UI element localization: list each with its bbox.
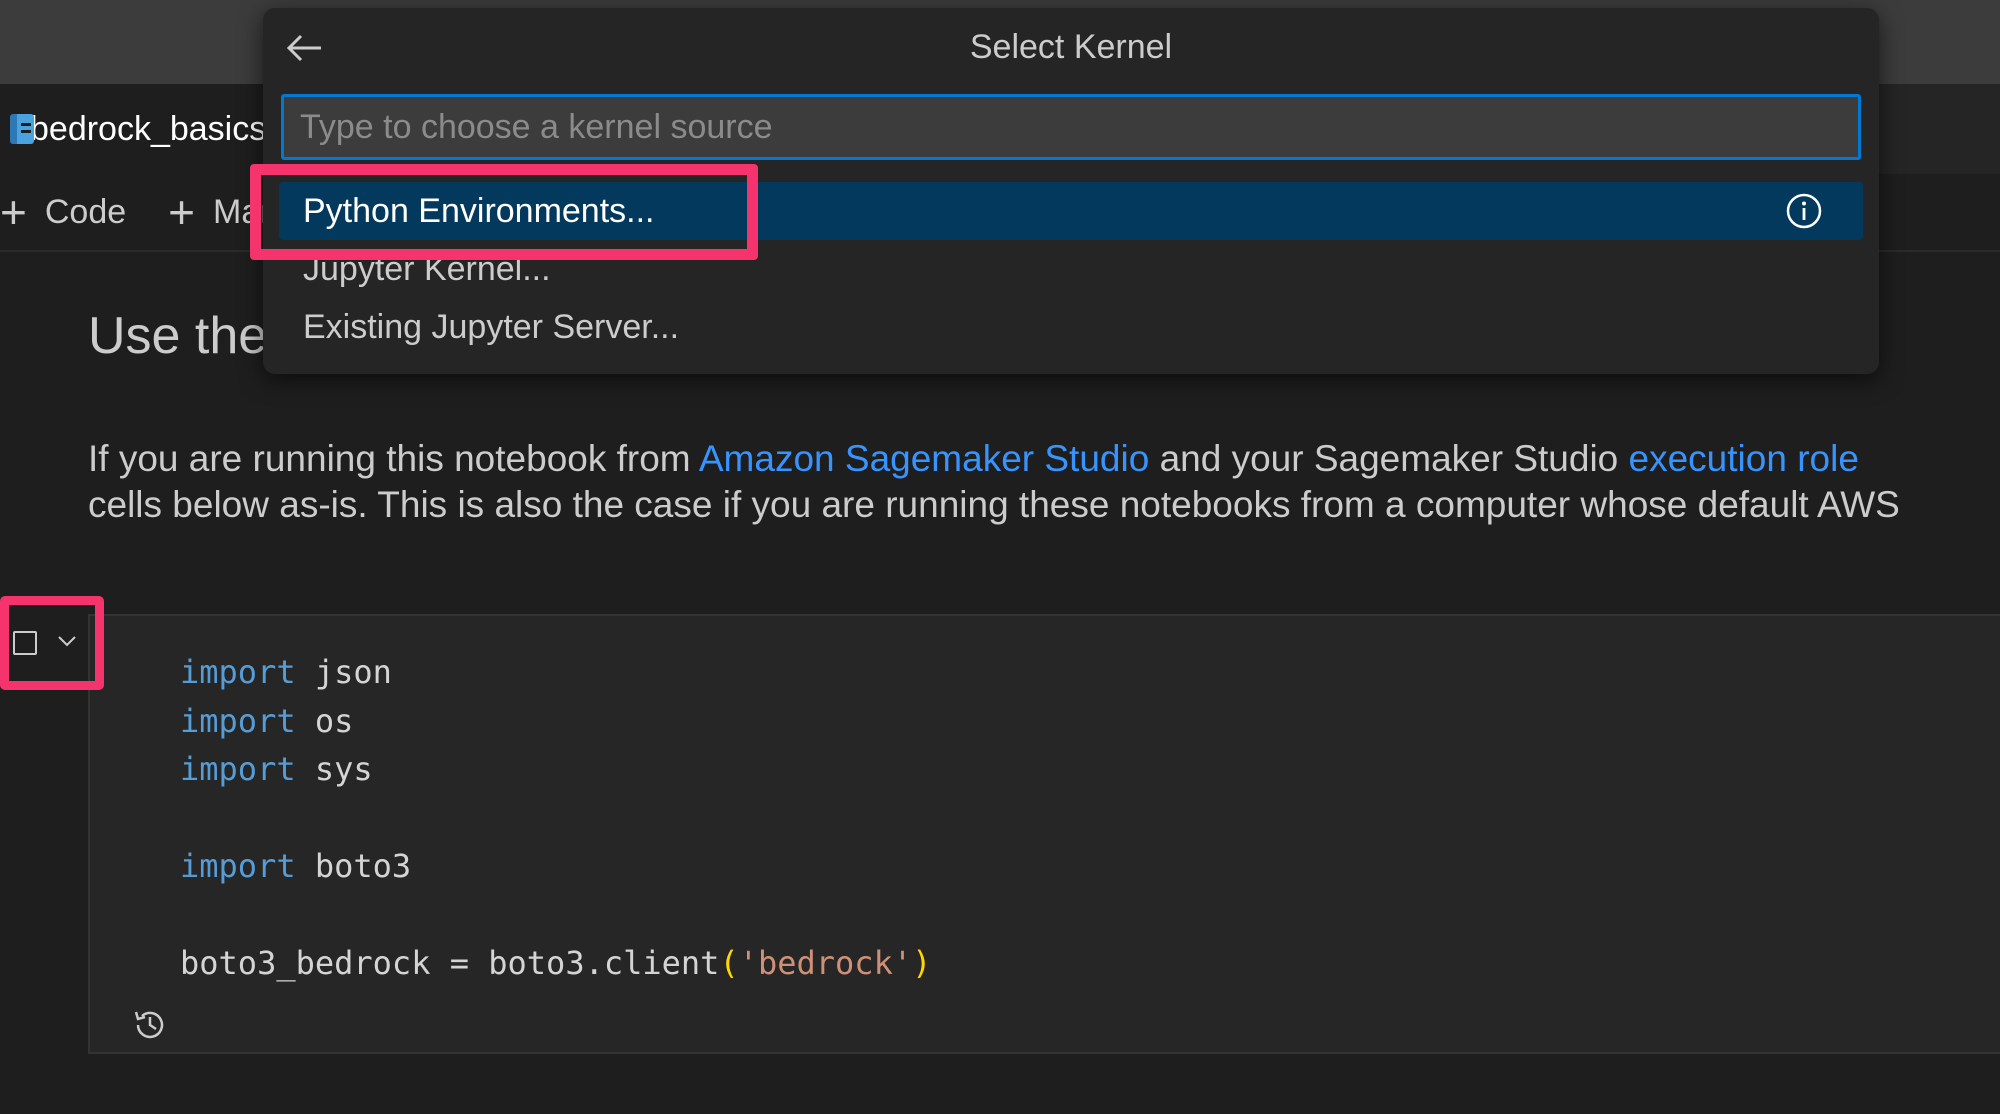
kernel-source-item-label: Existing Jupyter Server...	[303, 307, 680, 346]
code-line: import sys	[180, 745, 931, 794]
code-keyword: import	[180, 701, 296, 740]
cell-select-checkbox[interactable]	[13, 631, 37, 655]
history-icon[interactable]	[131, 1006, 169, 1044]
plus-icon: +	[0, 186, 27, 238]
info-icon[interactable]	[1785, 192, 1823, 230]
code-token: )	[912, 944, 932, 982]
code-token: os	[295, 701, 354, 740]
paragraph-line-2: cells below as-is. This is also the case…	[88, 484, 1900, 525]
code-token: boto3_bedrock = boto3.client	[180, 944, 720, 982]
paragraph-line-1: If you are running this notebook from Am…	[88, 436, 2000, 482]
code-token: boto3	[295, 847, 412, 885]
code-keyword: import	[180, 750, 296, 788]
markdown-paragraph: If you are running this notebook from Am…	[88, 436, 2000, 528]
code-keyword: import	[180, 847, 296, 885]
para-text: and your Sagemaker Studio	[1149, 438, 1629, 479]
code-line: import json	[180, 648, 931, 697]
markdown-heading: Use the	[88, 307, 268, 365]
quickpick-title: Select Kernel	[969, 28, 1173, 66]
para-text: If you are running this notebook from	[88, 438, 699, 479]
code-token: sys	[295, 750, 373, 788]
link-execution-role[interactable]: execution role	[1629, 438, 1859, 479]
chevron-down-icon[interactable]	[56, 630, 78, 652]
kernel-source-item[interactable]: Existing Jupyter Server...	[279, 298, 1863, 356]
code-line: boto3_bedrock = boto3.client('bedrock')	[180, 939, 931, 988]
code-token: json	[295, 653, 392, 691]
kernel-source-input[interactable]	[281, 94, 1861, 160]
plus-icon: +	[168, 186, 196, 238]
vscode-window: bedrock_basics.ipynb + Code + Markdown U…	[0, 0, 2000, 1114]
code-token: (	[719, 944, 739, 982]
tab-notebook[interactable]: bedrock_basics.ipynb	[0, 84, 357, 174]
link-sagemaker-studio[interactable]: Amazon Sagemaker Studio	[699, 438, 1149, 479]
code-editor[interactable]: import json import os import sys import bot…	[180, 648, 931, 988]
add-code-label: Code	[44, 192, 127, 231]
code-line: import os	[180, 697, 931, 746]
code-string: 'bedrock'	[738, 944, 913, 982]
code-line: import boto3	[180, 842, 931, 891]
highlight-box	[250, 164, 758, 260]
add-code-cell-button[interactable]: + Code	[0, 189, 126, 235]
code-keyword: import	[180, 653, 296, 691]
